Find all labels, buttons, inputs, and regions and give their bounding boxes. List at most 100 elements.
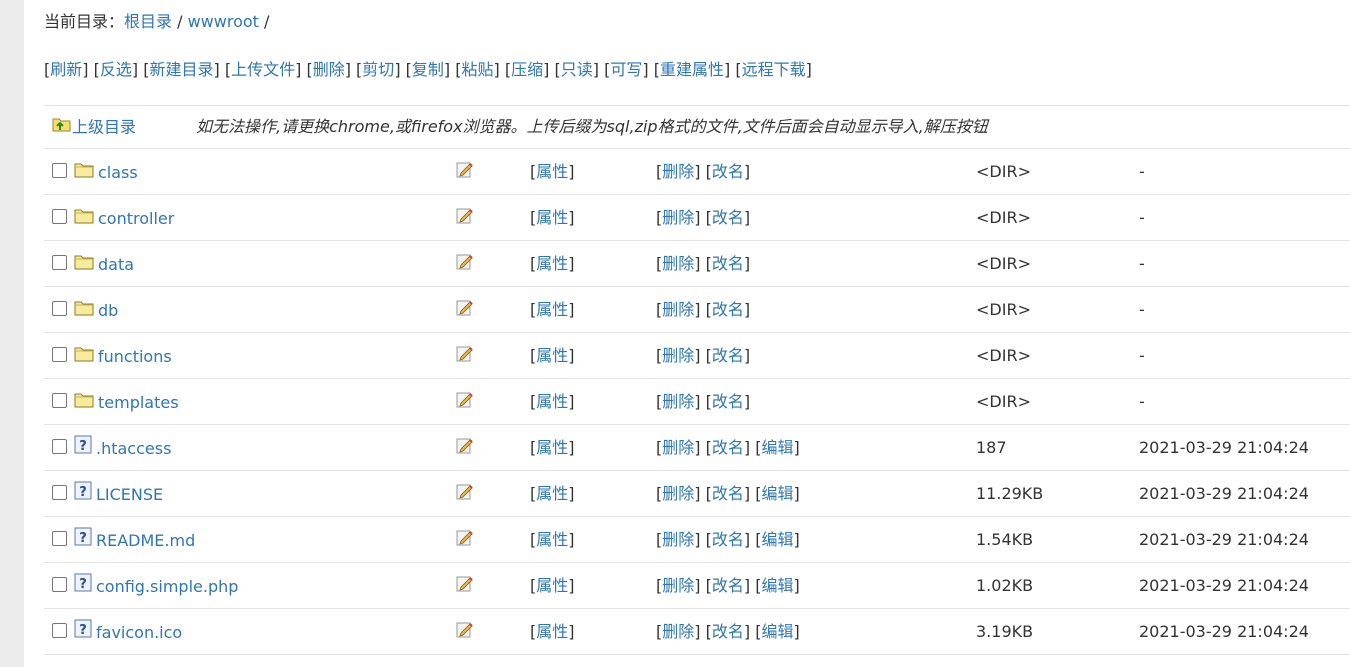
delete-link[interactable]: 删除 bbox=[662, 484, 694, 503]
attributes-link[interactable]: 属性 bbox=[536, 346, 568, 365]
rename-link[interactable]: 改名 bbox=[712, 208, 744, 227]
breadcrumb-root-link[interactable]: 根目录 bbox=[124, 12, 172, 31]
bracket: ] bbox=[694, 208, 701, 227]
breadcrumb-wwwroot-link[interactable]: wwwroot bbox=[188, 12, 259, 31]
attributes-link[interactable]: 属性 bbox=[536, 576, 568, 595]
rename-link[interactable]: 改名 bbox=[712, 438, 744, 457]
file-name-link[interactable]: controller bbox=[98, 209, 174, 228]
file-name-link[interactable]: favicon.ico bbox=[96, 623, 182, 642]
edit-pencil-icon[interactable] bbox=[456, 196, 474, 241]
delete-link[interactable]: 删除 bbox=[662, 300, 694, 319]
toolbar-button[interactable]: 剪切 bbox=[362, 60, 394, 79]
delete-link[interactable]: 删除 bbox=[662, 438, 694, 457]
file-name-link[interactable]: db bbox=[98, 301, 118, 320]
toolbar-item: [上传文件] bbox=[225, 60, 302, 79]
parent-dir-link[interactable]: 上级目录 bbox=[72, 118, 136, 137]
rename-link[interactable]: 改名 bbox=[712, 254, 744, 273]
select-checkbox[interactable] bbox=[52, 577, 67, 592]
select-checkbox[interactable] bbox=[52, 485, 67, 500]
edit-pencil-icon[interactable] bbox=[456, 610, 474, 655]
file-name-link[interactable]: README.md bbox=[96, 531, 195, 550]
select-checkbox[interactable] bbox=[52, 439, 67, 454]
attributes-link[interactable]: 属性 bbox=[536, 254, 568, 273]
delete-link[interactable]: 删除 bbox=[662, 622, 694, 641]
select-checkbox[interactable] bbox=[52, 347, 67, 362]
attributes-link[interactable]: 属性 bbox=[536, 438, 568, 457]
folder-up-icon[interactable] bbox=[52, 107, 72, 149]
edit-link[interactable]: 编辑 bbox=[761, 438, 793, 457]
toolbar-button[interactable]: 上传文件 bbox=[231, 60, 295, 79]
select-checkbox[interactable] bbox=[52, 531, 67, 546]
toolbar-button[interactable]: 只读 bbox=[561, 60, 593, 79]
delete-link[interactable]: 删除 bbox=[662, 208, 694, 227]
attributes-link[interactable]: 属性 bbox=[536, 392, 568, 411]
attributes-link[interactable]: 属性 bbox=[536, 300, 568, 319]
select-checkbox[interactable] bbox=[52, 163, 67, 178]
toolbar-button[interactable]: 远程下载 bbox=[742, 60, 806, 79]
toolbar-button[interactable]: 重建属性 bbox=[660, 60, 724, 79]
rename-link[interactable]: 改名 bbox=[712, 300, 744, 319]
edit-pencil-icon[interactable] bbox=[456, 242, 474, 287]
edit-pencil-icon[interactable] bbox=[456, 518, 474, 563]
toolbar-button[interactable]: 压缩 bbox=[511, 60, 543, 79]
bracket: ] bbox=[694, 530, 701, 549]
toolbar-button[interactable]: 新建目录 bbox=[149, 60, 213, 79]
unknown-file-icon: ? bbox=[74, 610, 92, 655]
edit-link[interactable]: 编辑 bbox=[761, 576, 793, 595]
edit-pencil-icon[interactable] bbox=[456, 564, 474, 609]
edit-pencil-icon[interactable] bbox=[456, 472, 474, 517]
edit-link[interactable]: 编辑 bbox=[761, 622, 793, 641]
file-name-link[interactable]: functions bbox=[98, 347, 172, 366]
bracket: ] bbox=[568, 484, 575, 503]
edit-link[interactable]: 编辑 bbox=[761, 484, 793, 503]
toolbar-button[interactable]: 反选 bbox=[100, 60, 132, 79]
delete-link[interactable]: 删除 bbox=[662, 346, 694, 365]
attributes-link[interactable]: 属性 bbox=[536, 622, 568, 641]
attributes-link[interactable]: 属性 bbox=[536, 162, 568, 181]
edit-link[interactable]: 编辑 bbox=[761, 530, 793, 549]
toolbar-button[interactable]: 删除 bbox=[313, 60, 345, 79]
delete-link[interactable]: 删除 bbox=[662, 392, 694, 411]
rename-link[interactable]: 改名 bbox=[712, 576, 744, 595]
bracket-right: ] bbox=[805, 60, 812, 79]
toolbar-button[interactable]: 粘贴 bbox=[462, 60, 494, 79]
bracket: ] bbox=[694, 392, 701, 411]
delete-link[interactable]: 删除 bbox=[662, 162, 694, 181]
edit-pencil-icon[interactable] bbox=[456, 426, 474, 471]
folder-icon bbox=[74, 288, 94, 333]
file-name-link[interactable]: class bbox=[98, 163, 138, 182]
rename-link[interactable]: 改名 bbox=[712, 162, 744, 181]
select-checkbox[interactable] bbox=[52, 623, 67, 638]
select-checkbox[interactable] bbox=[52, 209, 67, 224]
edit-pencil-icon[interactable] bbox=[456, 334, 474, 379]
rename-link[interactable]: 改名 bbox=[712, 622, 744, 641]
toolbar-button[interactable]: 复制 bbox=[412, 60, 444, 79]
rename-link[interactable]: 改名 bbox=[712, 484, 744, 503]
toolbar-button[interactable]: 刷新 bbox=[50, 60, 82, 79]
file-name-link[interactable]: config.simple.php bbox=[96, 577, 238, 596]
toolbar-button[interactable]: 可写 bbox=[610, 60, 642, 79]
edit-pencil-icon[interactable] bbox=[456, 150, 474, 195]
edit-pencil-icon[interactable] bbox=[456, 288, 474, 333]
file-name-link[interactable]: templates bbox=[98, 393, 179, 412]
select-cell bbox=[52, 149, 67, 194]
file-name-link[interactable]: LICENSE bbox=[96, 485, 163, 504]
bracket: ] bbox=[568, 576, 575, 595]
select-checkbox[interactable] bbox=[52, 301, 67, 316]
file-name-link[interactable]: .htaccess bbox=[96, 439, 171, 458]
select-checkbox[interactable] bbox=[52, 255, 67, 270]
attributes-link[interactable]: 属性 bbox=[536, 208, 568, 227]
bracket: ] bbox=[694, 484, 701, 503]
delete-link[interactable]: 删除 bbox=[662, 576, 694, 595]
rename-link[interactable]: 改名 bbox=[712, 346, 744, 365]
attributes-link[interactable]: 属性 bbox=[536, 530, 568, 549]
delete-link[interactable]: 删除 bbox=[662, 254, 694, 273]
bracket: ] bbox=[793, 622, 800, 641]
rename-link[interactable]: 改名 bbox=[712, 530, 744, 549]
delete-link[interactable]: 删除 bbox=[662, 530, 694, 549]
file-name-link[interactable]: data bbox=[98, 255, 134, 274]
attributes-link[interactable]: 属性 bbox=[536, 484, 568, 503]
edit-pencil-icon[interactable] bbox=[456, 380, 474, 425]
select-checkbox[interactable] bbox=[52, 393, 67, 408]
rename-link[interactable]: 改名 bbox=[712, 392, 744, 411]
